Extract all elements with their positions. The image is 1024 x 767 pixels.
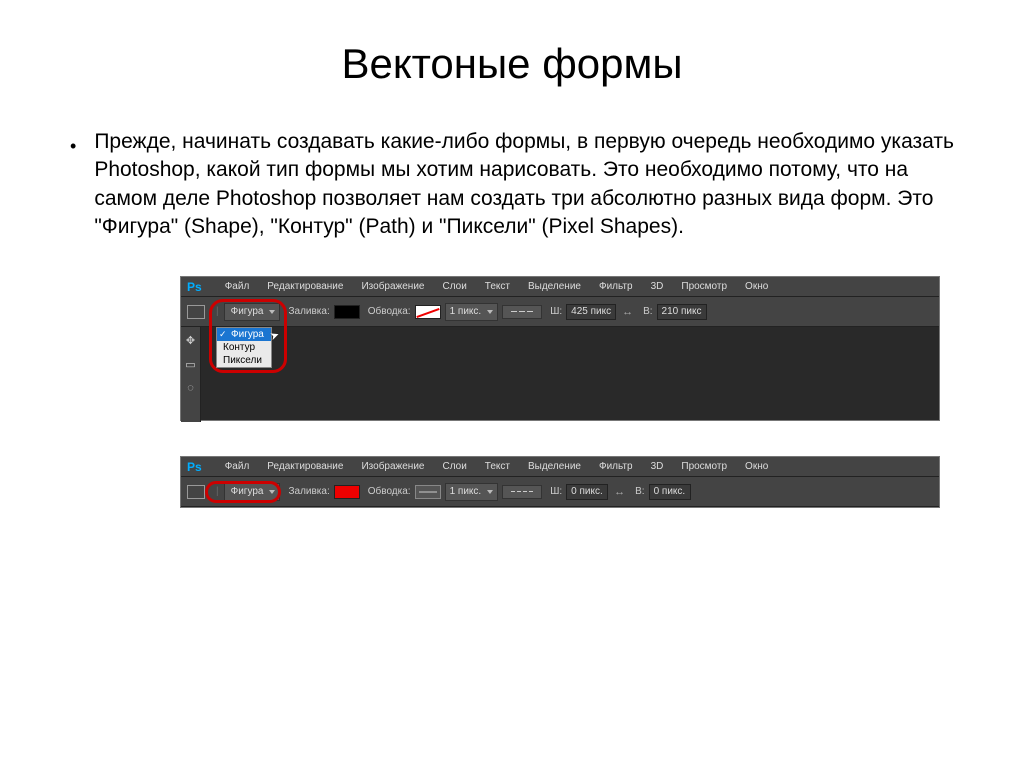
menubar: Ps Файл Редактирование Изображение Слои …: [181, 277, 939, 297]
fill-label: Заливка:: [288, 306, 329, 317]
bullet-icon: •: [70, 134, 76, 158]
menu-filter[interactable]: Фильтр: [590, 281, 642, 292]
dropdown-item-pixels[interactable]: Пиксели: [217, 354, 271, 367]
canvas-area: [201, 327, 939, 420]
menu-text[interactable]: Текст: [476, 281, 519, 292]
stroke-style-dropdown[interactable]: [502, 305, 542, 319]
menu-layers[interactable]: Слои: [433, 281, 475, 292]
screenshot-1: Ps Файл Редактирование Изображение Слои …: [180, 276, 940, 421]
stroke-label: Обводка:: [368, 306, 411, 317]
marquee-tool-icon[interactable]: ▭: [184, 357, 198, 371]
height-input[interactable]: 210 пикс: [657, 304, 707, 320]
link-icon[interactable]: ↔: [620, 306, 635, 318]
fill-swatch[interactable]: [334, 485, 360, 499]
chevron-down-icon: [487, 490, 493, 494]
menu-select[interactable]: Выделение: [519, 461, 590, 472]
app-logo: Ps: [187, 460, 202, 474]
menu-edit[interactable]: Редактирование: [258, 281, 352, 292]
stroke-style-dropdown[interactable]: [502, 485, 542, 499]
slide-title: Вектоные формы: [70, 40, 954, 88]
height-label: В:: [643, 306, 652, 317]
lasso-tool-icon[interactable]: ◌: [184, 381, 198, 395]
stroke-label: Обводка:: [368, 486, 411, 497]
tools-panel: ✥ ▭ ◌: [181, 327, 201, 422]
menu-select[interactable]: Выделение: [519, 281, 590, 292]
width-input[interactable]: 0 пикс.: [566, 484, 608, 500]
link-icon[interactable]: ↔: [612, 486, 627, 498]
dropdown-item-shape[interactable]: Фигура ➤: [217, 328, 271, 341]
slide: Вектоные формы • Прежде, начинать создав…: [0, 0, 1024, 563]
app-logo: Ps: [187, 280, 202, 294]
menu-window[interactable]: Окно: [736, 281, 777, 292]
paragraph-text: Прежде, начинать создавать какие-либо фо…: [94, 128, 954, 241]
menu-filter[interactable]: Фильтр: [590, 461, 642, 472]
menu-edit[interactable]: Редактирование: [258, 461, 352, 472]
screenshot-2: Ps Файл Редактирование Изображение Слои …: [180, 456, 940, 508]
menu-window[interactable]: Окно: [736, 461, 777, 472]
chevron-down-icon: [487, 310, 493, 314]
menu-image[interactable]: Изображение: [352, 281, 433, 292]
menu-text[interactable]: Текст: [476, 461, 519, 472]
options-bar: | Фигура Заливка: Обводка: 1 пикс. Ш: 0 …: [181, 477, 939, 507]
menu-view[interactable]: Просмотр: [672, 461, 736, 472]
move-tool-icon[interactable]: ✥: [184, 333, 198, 347]
width-input[interactable]: 425 пикс: [566, 304, 616, 320]
stroke-width-field[interactable]: 1 пикс.: [445, 303, 499, 321]
options-bar: | Фигура Заливка: Обводка: 1 пикс. Ш: 42…: [181, 297, 939, 327]
stroke-width-field[interactable]: 1 пикс.: [445, 483, 499, 501]
menu-file[interactable]: Файл: [216, 281, 259, 292]
menu-3d[interactable]: 3D: [642, 281, 673, 292]
stroke-swatch[interactable]: [415, 305, 441, 319]
fill-swatch[interactable]: [334, 305, 360, 319]
body-paragraph: • Прежде, начинать создавать какие-либо …: [70, 128, 954, 241]
shape-preview-icon: [187, 485, 205, 499]
menu-view[interactable]: Просмотр: [672, 281, 736, 292]
width-label: Ш:: [550, 306, 562, 317]
menu-3d[interactable]: 3D: [642, 461, 673, 472]
menu-image[interactable]: Изображение: [352, 461, 433, 472]
shape-preview-icon: [187, 305, 205, 319]
stroke-swatch[interactable]: [415, 485, 441, 499]
fill-label: Заливка:: [288, 486, 329, 497]
width-label: Ш:: [550, 486, 562, 497]
highlight-oval: [205, 481, 281, 503]
menubar: Ps Файл Редактирование Изображение Слои …: [181, 457, 939, 477]
height-input[interactable]: 0 пикс.: [649, 484, 691, 500]
dropdown-item-path[interactable]: Контур: [217, 341, 271, 354]
mode-dropdown-list: Фигура ➤ Контур Пиксели: [216, 327, 272, 368]
menu-file[interactable]: Файл: [216, 461, 259, 472]
menu-layers[interactable]: Слои: [433, 461, 475, 472]
height-label: В:: [635, 486, 644, 497]
